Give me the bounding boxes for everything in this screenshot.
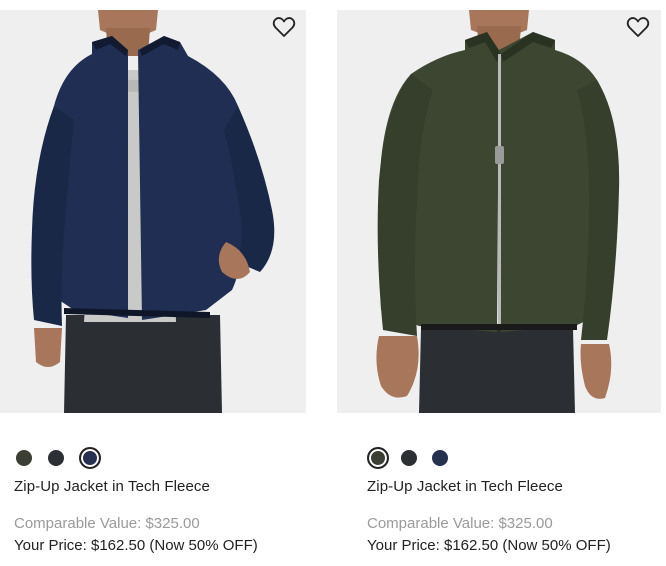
comparable-value: Comparable Value: $325.00 xyxy=(367,515,553,532)
swatch-olive[interactable] xyxy=(367,447,389,469)
model-green-jacket-illustration xyxy=(337,10,661,413)
product-image[interactable] xyxy=(0,10,306,413)
product-title[interactable]: Zip-Up Jacket in Tech Fleece xyxy=(14,478,210,495)
wishlist-heart-icon[interactable] xyxy=(272,16,296,38)
model-navy-jacket-illustration xyxy=(0,10,306,413)
swatch-navy[interactable] xyxy=(432,450,448,466)
swatch-charcoal[interactable] xyxy=(48,450,64,466)
swatch-charcoal[interactable] xyxy=(401,450,417,466)
product-title[interactable]: Zip-Up Jacket in Tech Fleece xyxy=(367,478,563,495)
your-price: Your Price: $162.50 (Now 50% OFF) xyxy=(14,537,258,554)
swatch-olive[interactable] xyxy=(16,450,32,466)
product-card[interactable]: Zip-Up Jacket in Tech Fleece Comparable … xyxy=(337,0,661,566)
comparable-value: Comparable Value: $325.00 xyxy=(14,515,200,532)
swatch-navy[interactable] xyxy=(79,447,101,469)
your-price: Your Price: $162.50 (Now 50% OFF) xyxy=(367,537,611,554)
product-image[interactable] xyxy=(337,10,661,413)
wishlist-heart-icon[interactable] xyxy=(626,16,650,38)
product-card[interactable]: Zip-Up Jacket in Tech Fleece Comparable … xyxy=(0,0,310,566)
